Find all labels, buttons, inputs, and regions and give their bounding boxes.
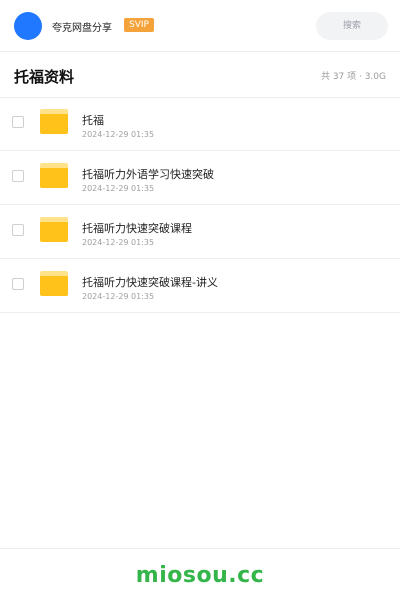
avatar[interactable] [14, 12, 42, 40]
file-name[interactable]: 托福听力外语学习快速突破 [82, 166, 214, 182]
file-date: 2024-12-29 01:35 [82, 292, 155, 301]
select-checkbox[interactable] [12, 224, 24, 236]
select-checkbox[interactable] [12, 278, 24, 290]
folder-header: 托福资料 共 37 项 · 3.0G [0, 52, 400, 98]
folder-icon [40, 271, 68, 296]
search-button[interactable]: 搜索 [316, 12, 388, 40]
list-item[interactable]: 托福听力快速突破课程-讲义 2024-12-29 01:35 [0, 259, 400, 313]
folder-icon [40, 217, 68, 242]
list-item[interactable]: 托福 2024-12-29 01:35 [0, 97, 400, 151]
file-name[interactable]: 托福听力快速突破课程-讲义 [82, 274, 218, 290]
file-list: 托福 2024-12-29 01:35 托福听力外语学习快速突破 2024-12… [0, 97, 400, 313]
footer: miosou.cc [0, 548, 400, 600]
svip-badge: SVIP [124, 18, 154, 32]
list-item[interactable]: 托福听力快速突破课程 2024-12-29 01:35 [0, 205, 400, 259]
select-checkbox[interactable] [12, 170, 24, 182]
page-title: 托福资料 [14, 68, 75, 86]
folder-icon [40, 163, 68, 188]
list-item[interactable]: 托福听力外语学习快速突破 2024-12-29 01:35 [0, 151, 400, 205]
file-name[interactable]: 托福 [82, 112, 104, 128]
file-name[interactable]: 托福听力快速突破课程 [82, 220, 192, 236]
item-count-size: 共 37 项 · 3.0G [320, 72, 386, 82]
brand-label: 夸克网盘分享 [52, 23, 112, 34]
site-logo-text[interactable]: miosou.cc [0, 563, 400, 588]
top-bar: 夸克网盘分享 SVIP 搜索 [0, 0, 400, 52]
file-date: 2024-12-29 01:35 [82, 184, 155, 193]
select-checkbox[interactable] [12, 116, 24, 128]
file-date: 2024-12-29 01:35 [82, 130, 155, 139]
file-date: 2024-12-29 01:35 [82, 238, 155, 247]
folder-icon [40, 109, 68, 134]
